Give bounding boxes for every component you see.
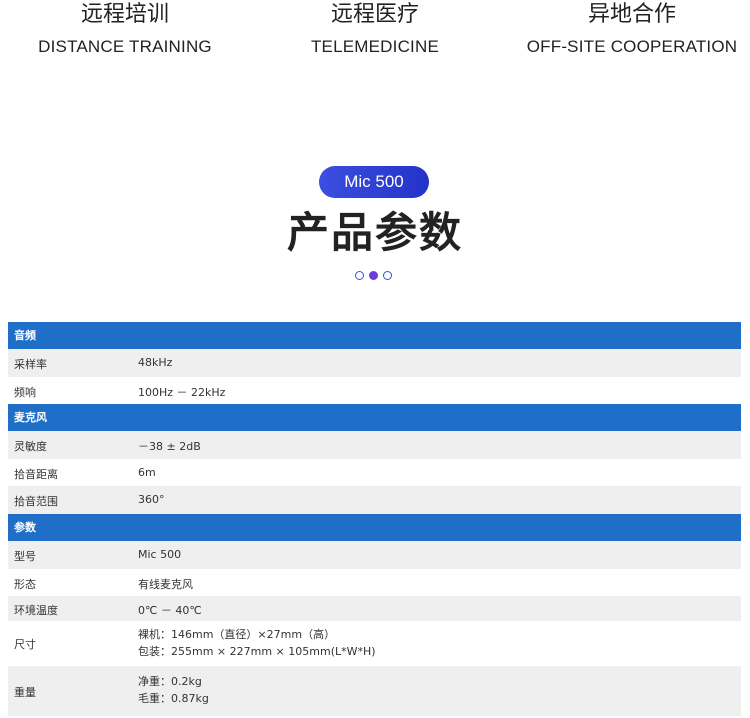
spec-row: 尺寸 裸机：146mm（直径）×27mm（高） 包装：255mm × 227mm… — [8, 621, 741, 666]
spec-row: 频响 100Hz － 22kHz — [8, 377, 741, 404]
spec-label: 拾音距离 — [14, 468, 58, 481]
spec-value-line: 包装：255mm × 227mm × 105mm(L*W*H) — [138, 645, 376, 658]
spec-label: 拾音范围 — [14, 495, 58, 508]
feature-distance-training: 远程培训 DISTANCE TRAINING — [0, 0, 250, 58]
spec-value: －38 ± 2dB — [138, 440, 201, 453]
spec-value: 有线麦克风 — [138, 578, 193, 591]
feature-title-cn: 异地合作 — [587, 2, 676, 27]
spec-group-title: 麦克风 — [14, 411, 47, 424]
spec-table: 音频 采样率 48kHz 频响 100Hz － 22kHz 麦克风 灵敏度 －3… — [8, 322, 741, 716]
feature-title-en: TELEMEDICINE — [310, 37, 440, 56]
spec-value-line: 净重：0.2kg — [138, 675, 202, 688]
feature-title-cn: 远程培训 — [80, 2, 169, 27]
section-title: 产品参数 — [286, 208, 463, 257]
spec-row: 拾音范围 360° — [8, 486, 741, 514]
feature-telemedicine: 远程医疗 TELEMEDICINE — [250, 0, 500, 58]
spec-label: 形态 — [14, 578, 36, 591]
spec-value-multiline: 裸机：146mm（直径）×27mm（高） 包装：255mm × 227mm × … — [138, 626, 376, 660]
feature-title-cn: 远程医疗 — [330, 2, 419, 27]
spec-row: 灵敏度 －38 ± 2dB — [8, 431, 741, 459]
spec-value-line: 裸机：146mm（直径）×27mm（高） — [138, 628, 336, 641]
spec-value: Mic 500 — [138, 548, 182, 561]
spec-row: 采样率 48kHz — [8, 349, 741, 377]
spec-label: 频响 — [14, 386, 36, 399]
spec-label: 采样率 — [14, 358, 47, 371]
spec-value-line: 毛重：0.87kg — [138, 692, 209, 705]
pagination-dot-active[interactable] — [369, 271, 378, 280]
pagination-dots — [355, 271, 395, 281]
pagination-dot[interactable] — [355, 271, 364, 280]
spec-label: 环境温度 — [14, 604, 58, 617]
spec-value: 6m — [138, 466, 156, 479]
spec-row: 形态 有线麦克风 — [8, 569, 741, 596]
spec-group-header: 麦克风 — [8, 404, 741, 431]
spec-value: 360° — [138, 493, 165, 506]
spec-label: 型号 — [14, 550, 36, 563]
spec-group-title: 音频 — [14, 329, 36, 342]
spec-value: 0℃ － 40℃ — [138, 604, 202, 617]
pagination-dot[interactable] — [383, 271, 392, 280]
spec-group-header: 参数 — [8, 514, 741, 541]
spec-value-multiline: 净重：0.2kg 毛重：0.87kg — [138, 673, 209, 707]
product-model-badge: Mic 500 — [319, 166, 429, 198]
feature-strip: 远程培训 DISTANCE TRAINING 远程医疗 TELEMEDICINE… — [0, 0, 750, 70]
feature-title-en: OFF-SITE COOPERATION — [526, 37, 738, 56]
spec-value: 48kHz — [138, 356, 173, 369]
spec-value: 100Hz － 22kHz — [138, 386, 226, 399]
spec-row: 重量 净重：0.2kg 毛重：0.87kg — [8, 666, 741, 716]
spec-label: 尺寸 — [14, 638, 36, 651]
feature-title-en: DISTANCE TRAINING — [38, 37, 212, 56]
spec-row: 环境温度 0℃ － 40℃ — [8, 596, 741, 621]
spec-group-title: 参数 — [14, 521, 36, 534]
spec-label: 灵敏度 — [14, 440, 47, 453]
feature-offsite-cooperation: 异地合作 OFF-SITE COOPERATION — [506, 0, 750, 58]
spec-row: 型号 Mic 500 — [8, 541, 741, 569]
spec-row: 拾音距离 6m — [8, 459, 741, 486]
spec-group-header: 音频 — [8, 322, 741, 349]
spec-label: 重量 — [14, 686, 36, 699]
